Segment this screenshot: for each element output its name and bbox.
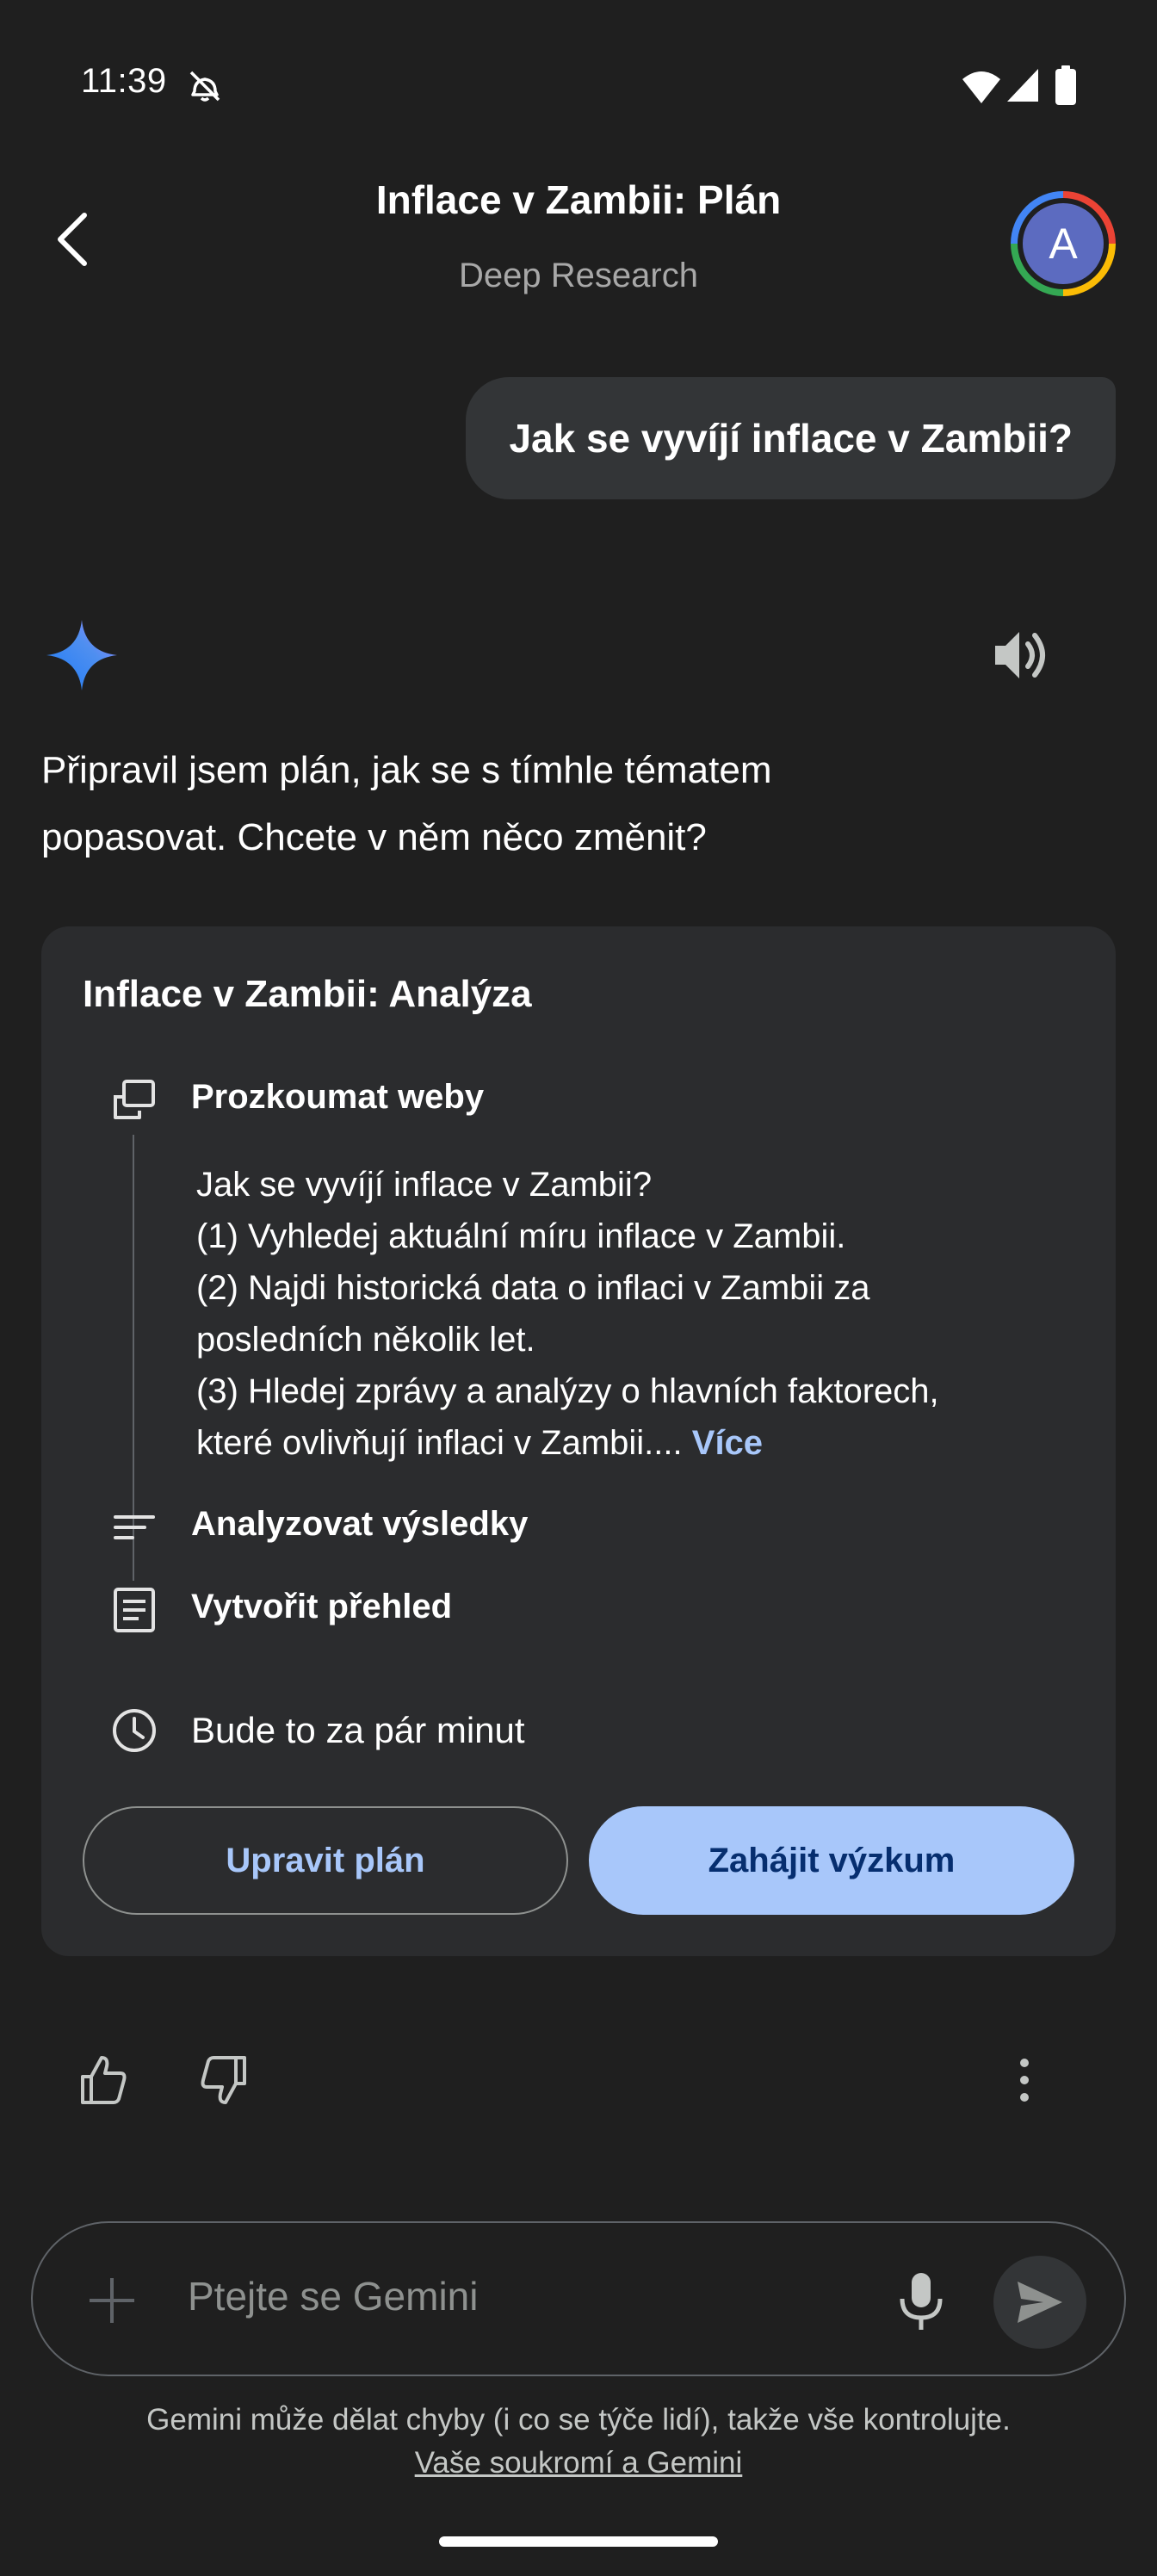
step-analyze-label: Analyzovat výsledky [191, 1505, 529, 1543]
plan-title: Inflace v Zambii: Analýza [83, 973, 532, 1015]
start-research-button[interactable]: Zahájit výzkum [589, 1806, 1074, 1915]
detail-line: (1) Vyhledej aktuální míru inflace v Zam… [196, 1217, 846, 1255]
clock-icon [113, 1709, 156, 1752]
detail-line: posledních několik let. [196, 1321, 535, 1359]
battery-icon [1055, 65, 1076, 105]
detail-line-last: které ovlivňují inflaci v Zambii.... Víc… [196, 1417, 1092, 1469]
privacy-link[interactable]: Vaše soukromí a Gemini [415, 2446, 743, 2480]
send-button[interactable] [993, 2256, 1086, 2349]
detail-line: (2) Najdi historická data o inflaci v Za… [196, 1269, 870, 1307]
microphone-icon[interactable] [888, 2268, 954, 2333]
edit-plan-button[interactable]: Upravit plán [83, 1806, 568, 1915]
avatar-gap: A [1018, 198, 1109, 289]
detail-line: (3) Hledej zprávy a analýzy o hlavních f… [196, 1372, 939, 1410]
add-icon[interactable] [84, 2273, 139, 2328]
more-options-icon[interactable] [1007, 2051, 1042, 2109]
privacy-link-row: Vaše soukromí a Gemini [0, 2442, 1157, 2485]
duration-text: Bude to za pár minut [191, 1710, 525, 1750]
signal-icon [1007, 69, 1038, 102]
analyze-icon [114, 1515, 155, 1539]
step-report-label: Vytvořit přehled [191, 1588, 453, 1625]
detail-line: které ovlivňují inflaci v Zambii.... [196, 1424, 683, 1462]
status-time: 11:39 [81, 62, 167, 100]
response-line: popasovat. Chcete v něm něco změnit? [41, 816, 707, 858]
user-message-bubble: Jak se vyvíjí inflace v Zambii? [466, 377, 1116, 499]
do-not-disturb-off-icon [189, 71, 220, 102]
research-plan-card: Inflace v Zambii: Analýza Prozkoumat web… [41, 926, 1116, 1956]
account-avatar[interactable]: A [1011, 191, 1116, 296]
wifi-icon [962, 71, 1000, 103]
speaker-icon[interactable] [990, 627, 1055, 684]
avatar-letter: A [1023, 203, 1104, 284]
step-browse-label: Prozkoumat weby [191, 1078, 485, 1116]
status-bar: 11:39 [0, 0, 1157, 172]
home-indicator[interactable] [439, 2536, 718, 2547]
response-text: Připravil jsem plán, jak se s tímhle tém… [41, 737, 1117, 871]
detail-line: Jak se vyvíjí inflace v Zambii? [196, 1166, 653, 1204]
response-line: Připravil jsem plán, jak se s tímhle tém… [41, 749, 772, 791]
thumb-down-icon[interactable] [196, 2053, 251, 2108]
gemini-spark-icon [46, 620, 117, 690]
timeline-line [133, 1135, 134, 1560]
browse-icon [114, 1080, 155, 1119]
page-title: Inflace v Zambii: Plán [375, 177, 782, 222]
step-browse-detail: Jak se vyvíjí inflace v Zambii? (1) Vyhl… [196, 1159, 1092, 1469]
send-icon [1018, 2282, 1062, 2323]
page-subtitle: Deep Research [459, 257, 698, 294]
timeline-line [133, 1560, 134, 1581]
prompt-input[interactable]: Ptejte se Gemini [188, 2273, 478, 2319]
prompt-input-bar[interactable]: Ptejte se Gemini [31, 2221, 1126, 2376]
gemini-screen: 11:39 Inflace v Zambii: Plán Deep Resear… [0, 0, 1157, 2576]
report-icon [114, 1588, 155, 1632]
more-link[interactable]: Více [692, 1424, 763, 1462]
disclaimer-text: Gemini může dělat chyby (i co se týče li… [146, 2403, 1011, 2437]
thumb-up-icon[interactable] [76, 2053, 131, 2108]
